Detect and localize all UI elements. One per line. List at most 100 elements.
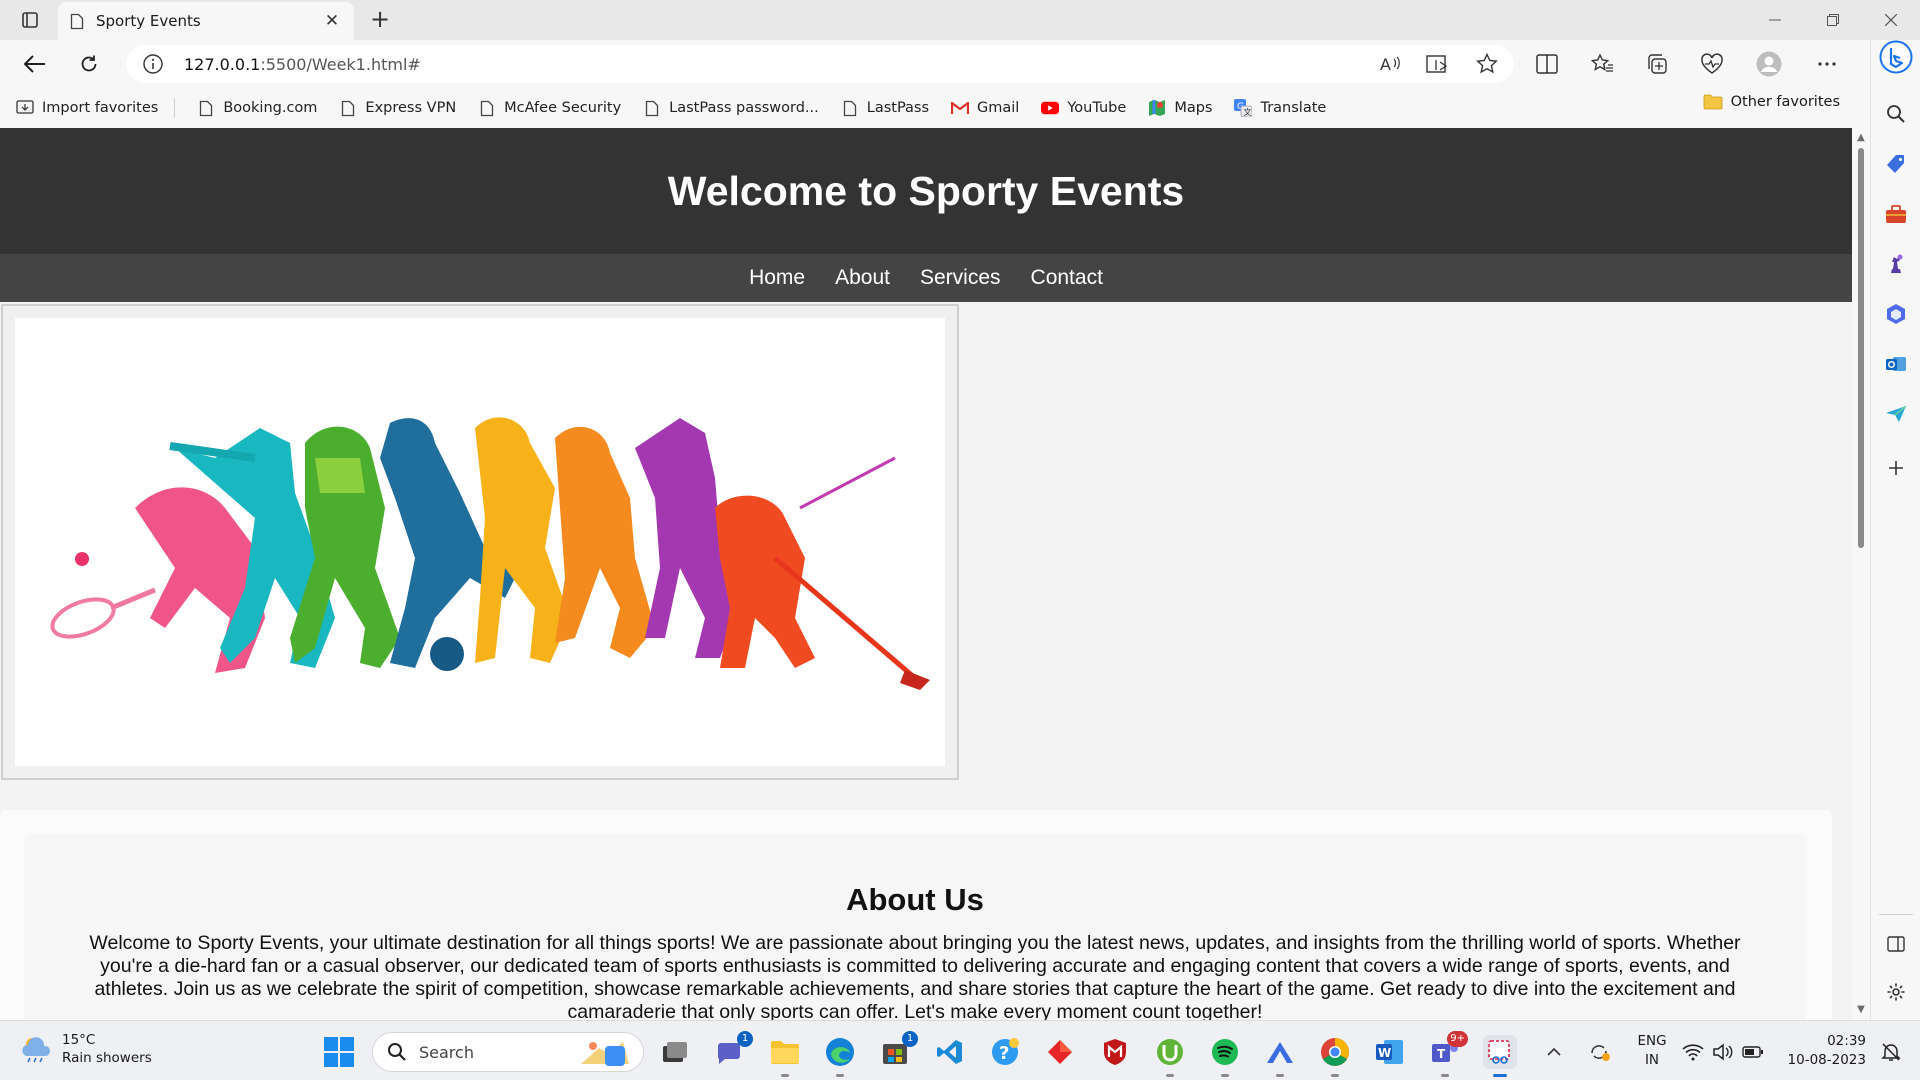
collections-icon [1648, 54, 1667, 74]
sidebar-games-button[interactable] [1884, 252, 1908, 276]
bookmark-gmail[interactable]: Gmail [951, 94, 1019, 122]
immersive-reader-icon[interactable] [1426, 54, 1450, 78]
new-tab-button[interactable]: + [366, 6, 394, 34]
start-button[interactable] [324, 1037, 354, 1067]
split-screen-button[interactable] [1530, 48, 1564, 80]
taskbar-search[interactable]: Search [372, 1032, 644, 1072]
input-language-indicator[interactable]: ENG IN [1632, 1032, 1672, 1070]
nav-link-contact[interactable]: Contact [1031, 266, 1103, 290]
taskbar-clock[interactable]: 02:39 10-08-2023 [1782, 1032, 1866, 1070]
taskbar-app-red[interactable] [1043, 1035, 1077, 1069]
taskbar-store[interactable]: 1 [878, 1031, 918, 1069]
bookmark-booking[interactable]: Booking.com [197, 94, 317, 122]
refresh-button[interactable] [72, 48, 106, 80]
bookmark-express-vpn[interactable]: Express VPN [339, 94, 456, 122]
collections-button[interactable] [1640, 48, 1674, 80]
bing-copilot-button[interactable] [1879, 40, 1913, 74]
running-indicator [781, 1074, 789, 1077]
site-info-icon[interactable] [142, 53, 164, 75]
bookmark-lastpass-password[interactable]: LastPass password... [643, 94, 819, 122]
sidebar-outlook-button[interactable] [1884, 352, 1908, 376]
sync-status-button[interactable] [1586, 1035, 1614, 1069]
taskbar-vpn[interactable] [1263, 1035, 1297, 1077]
other-favorites-folder[interactable]: Other favorites [1703, 94, 1840, 110]
taskbar-edge[interactable] [823, 1035, 857, 1077]
edge-sidebar [1870, 40, 1920, 1020]
taskbar-spotify[interactable] [1208, 1035, 1242, 1077]
taskbar-chrome[interactable] [1318, 1035, 1352, 1077]
nav-link-services[interactable]: Services [920, 266, 1001, 290]
wifi-status[interactable] [1680, 1035, 1706, 1069]
running-indicator [1276, 1074, 1284, 1077]
task-view-button[interactable] [658, 1035, 692, 1069]
sidebar-search-button[interactable] [1884, 102, 1908, 126]
sidebar-send-button[interactable] [1884, 402, 1908, 426]
sidebar-tools-button[interactable] [1884, 202, 1908, 226]
profile-button[interactable] [1752, 48, 1786, 80]
browser-tab[interactable]: Sporty Events ✕ [58, 2, 354, 40]
sidebar-hide-button[interactable] [1884, 932, 1908, 956]
panel-icon [1887, 936, 1905, 952]
sidebar-add-button[interactable] [1884, 456, 1908, 480]
task-view-icon [663, 1042, 687, 1062]
taskbar-utorrent[interactable] [1153, 1035, 1187, 1077]
taskbar-file-explorer[interactable] [768, 1035, 802, 1077]
page-scrollbar[interactable]: ▲ ▼ [1852, 128, 1870, 1020]
site-header: Welcome to Sporty Events [0, 128, 1852, 254]
settings-more-button[interactable] [1810, 48, 1844, 80]
taskbar-get-help[interactable]: ? [988, 1035, 1022, 1069]
back-button[interactable] [18, 48, 52, 80]
import-icon [16, 99, 34, 117]
more-dots-icon [1818, 62, 1836, 66]
read-aloud-icon[interactable]: A [1380, 54, 1402, 78]
tab-actions-button[interactable] [12, 8, 48, 32]
volume-status[interactable] [1710, 1035, 1736, 1069]
favorites-button[interactable] [1585, 48, 1619, 80]
search-highlight-icon [581, 1042, 629, 1066]
sidebar-settings-button[interactable] [1884, 980, 1908, 1004]
bookmark-lastpass[interactable]: LastPass [841, 94, 929, 122]
favorite-star-icon[interactable] [1476, 52, 1498, 79]
clock-time: 02:39 [1827, 1033, 1866, 1049]
sidebar-shopping-button[interactable] [1884, 152, 1908, 176]
close-tab-icon[interactable]: ✕ [322, 11, 342, 31]
taskbar-snipping-tool[interactable] [1483, 1035, 1517, 1077]
bookmark-translate[interactable]: G文 Translate [1234, 94, 1326, 122]
taskbar-chat[interactable]: 1 [713, 1031, 753, 1069]
bookmark-label: LastPass [866, 100, 930, 116]
minimize-button[interactable] [1752, 6, 1798, 34]
taskbar-mcafee[interactable] [1098, 1035, 1132, 1069]
taskbar-teams[interactable]: T 9+ [1428, 1031, 1468, 1077]
weather-widget[interactable]: 15°C Rain showers [20, 1031, 152, 1067]
nav-link-home[interactable]: Home [749, 266, 805, 290]
bookmark-mcafee[interactable]: McAfee Security [478, 94, 621, 122]
bookmark-label: Import favorites [42, 100, 159, 116]
battery-status[interactable] [1740, 1035, 1766, 1069]
svg-text:W: W [1378, 1046, 1391, 1060]
bookmark-maps[interactable]: Maps [1148, 94, 1212, 122]
show-hidden-icons-button[interactable] [1544, 1035, 1564, 1069]
taskbar-word[interactable]: W [1373, 1035, 1407, 1069]
notifications-button[interactable] [1878, 1035, 1904, 1069]
scroll-up-arrow-icon[interactable]: ▲ [1856, 132, 1866, 143]
chat-badge: 1 [737, 1031, 753, 1047]
close-window-button[interactable] [1868, 6, 1914, 34]
nav-link-about[interactable]: About [835, 266, 890, 290]
utorrent-icon [1157, 1039, 1183, 1065]
restore-button[interactable] [1810, 6, 1856, 34]
sidebar-microsoft365-button[interactable] [1884, 302, 1908, 326]
browser-essentials-button[interactable] [1695, 48, 1729, 80]
site-nav: Home About Services Contact [0, 254, 1852, 302]
taskbar-vscode[interactable] [933, 1035, 967, 1069]
running-indicator [836, 1074, 844, 1077]
bookmark-youtube[interactable]: YouTube [1041, 94, 1126, 122]
bookmark-import-favorites[interactable]: Import favorites [16, 94, 158, 122]
scroll-thumb[interactable] [1858, 148, 1864, 548]
scroll-down-arrow-icon[interactable]: ▼ [1856, 1004, 1866, 1015]
weather-desc: Rain showers [62, 1050, 152, 1066]
address-bar[interactable]: 127.0.0.1:5500/Week1.html# A [126, 45, 1514, 83]
url-text[interactable]: 127.0.0.1:5500/Week1.html# [184, 55, 421, 74]
help-icon: ? [992, 1038, 1019, 1065]
vscode-icon [937, 1040, 962, 1064]
page-icon [841, 99, 859, 117]
